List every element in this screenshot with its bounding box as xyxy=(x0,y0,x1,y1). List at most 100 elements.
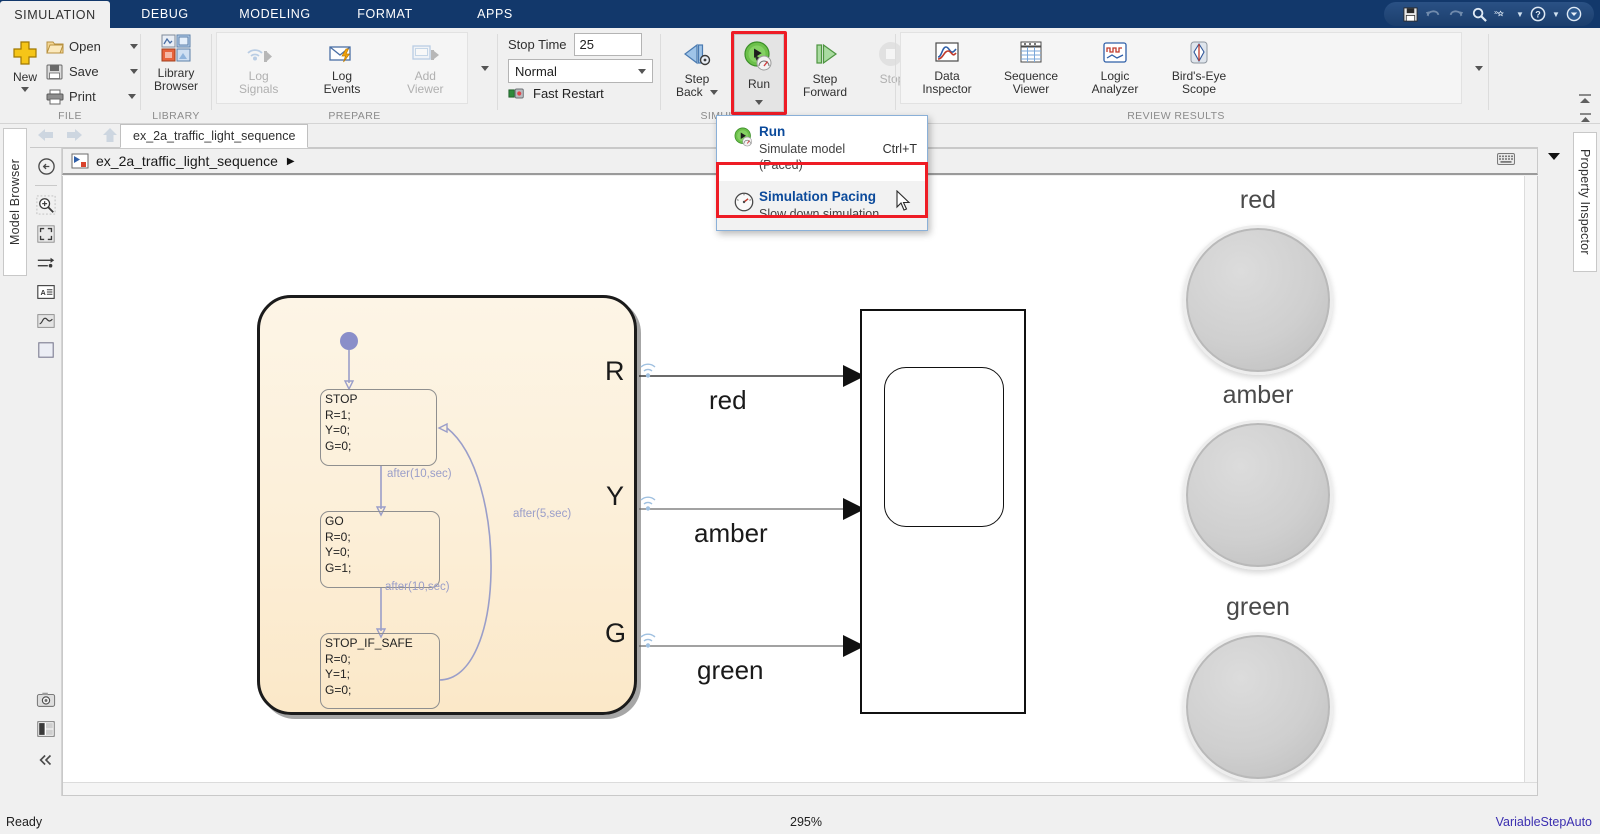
new-button-label: New xyxy=(12,70,37,84)
forward-button[interactable] xyxy=(64,126,84,147)
fast-restart-label: Fast Restart xyxy=(533,86,604,101)
logic-analyzer-icon xyxy=(1103,42,1127,63)
tab-simulation[interactable]: SIMULATION xyxy=(0,1,110,28)
open-button[interactable]: Open xyxy=(46,34,138,59)
tool-annotation[interactable]: A xyxy=(30,277,62,306)
menu-item-run[interactable]: Run Simulate model (Paced) Ctrl+T xyxy=(717,116,927,181)
step-back-caret-icon[interactable] xyxy=(710,90,719,96)
breadcrumb-model-name[interactable]: ex_2a_traffic_light_sequence xyxy=(96,153,278,169)
review-more-caret-icon[interactable] xyxy=(1475,65,1483,71)
print-caret-icon[interactable] xyxy=(127,94,136,99)
run-split-button[interactable]: Run xyxy=(734,34,784,112)
back-button[interactable] xyxy=(36,126,56,147)
help-icon[interactable]: ? xyxy=(1528,4,1548,24)
print-button[interactable]: Print xyxy=(46,84,138,109)
keyboard-icon[interactable] xyxy=(1497,153,1515,168)
data-inspector-icon xyxy=(935,42,959,62)
up-button[interactable] xyxy=(100,126,120,147)
save-button[interactable]: Save xyxy=(46,59,138,84)
run-button[interactable] xyxy=(735,35,783,77)
printer-icon xyxy=(46,89,64,104)
run-caret-icon[interactable] xyxy=(755,99,763,105)
tab-modeling-label: MODELING xyxy=(239,7,311,21)
file-tab-label: ex_2a_traffic_light_sequence xyxy=(133,129,296,143)
menu-item-run-subtitle: Simulate model (Paced) xyxy=(759,142,846,172)
stop-time-input[interactable] xyxy=(573,33,642,56)
canvas-scrollbar-horizontal[interactable] xyxy=(63,782,1537,795)
log-events-button[interactable]: Log Events xyxy=(300,33,383,103)
birds-eye-scope-icon xyxy=(1190,41,1208,64)
shortcuts-icon[interactable]: » xyxy=(1492,4,1512,24)
log-signals-label-1: Log xyxy=(248,69,269,83)
collapse-icon[interactable] xyxy=(1564,4,1584,24)
step-forward-icon xyxy=(816,43,838,65)
canvas-toolbar: A xyxy=(30,148,62,796)
new-button[interactable]: New xyxy=(3,34,47,92)
tool-signal-routing[interactable] xyxy=(30,248,62,277)
fast-restart-toggle[interactable]: Fast Restart xyxy=(508,86,604,101)
model-canvas[interactable]: STOP R=1; Y=0; G=0; GO R=0; Y=0; G=1; ST… xyxy=(62,176,1538,796)
data-inspector-button[interactable]: Data Inspector xyxy=(905,33,989,103)
tool-fit-to-view[interactable] xyxy=(30,219,62,248)
model-browser-tab[interactable]: Model Browser xyxy=(3,128,27,276)
tool-snapshot[interactable] xyxy=(30,685,62,714)
search-icon[interactable] xyxy=(1469,4,1489,24)
back-arrow-icon xyxy=(38,129,53,141)
canvas-options-caret-icon[interactable] xyxy=(1548,153,1560,160)
run-button-label: Run xyxy=(747,77,770,91)
sim-mode-caret-icon[interactable] xyxy=(638,68,646,74)
step-forward-label-1: Step xyxy=(812,72,838,86)
sequence-viewer-button[interactable]: Sequence Viewer xyxy=(989,33,1073,103)
shortcuts-caret-icon[interactable]: ▼ xyxy=(1515,4,1525,24)
tool-explore[interactable] xyxy=(30,152,62,181)
run-dropdown-toggle[interactable] xyxy=(735,94,783,110)
status-zoom[interactable]: 295% xyxy=(790,815,822,829)
property-inspector-tab[interactable]: Property Inspector xyxy=(1573,132,1597,272)
open-caret-icon[interactable] xyxy=(129,44,138,49)
prepare-more-caret-icon[interactable] xyxy=(481,65,489,71)
menu-item-run-shortcut: Ctrl+T xyxy=(882,141,917,156)
toolbar-divider xyxy=(34,185,57,186)
tool-collapse[interactable] xyxy=(30,745,62,774)
birds-eye-scope-button[interactable]: Bird's-Eye Scope xyxy=(1157,33,1241,103)
tool-layout[interactable] xyxy=(30,714,62,743)
tab-apps[interactable]: APPS xyxy=(440,0,550,28)
floppy-icon xyxy=(46,64,63,79)
library-browser-button[interactable]: Library Browser xyxy=(141,28,211,93)
menu-item-pacing-title: Simulation Pacing xyxy=(759,189,877,204)
sequence-viewer-icon xyxy=(1020,41,1042,63)
breadcrumb-arrow-icon[interactable]: ▶ xyxy=(287,156,295,167)
prepare-more-button[interactable] xyxy=(472,32,498,104)
signal-label-red: red xyxy=(709,385,747,415)
tab-modeling[interactable]: MODELING xyxy=(220,0,330,28)
birds-eye-scope-label-2: Scope xyxy=(1181,82,1217,96)
up-arrow-icon xyxy=(103,128,117,142)
svg-text:»: » xyxy=(1494,7,1498,16)
undo-icon[interactable] xyxy=(1423,4,1443,24)
save-caret-icon[interactable] xyxy=(129,69,138,74)
traffic-light-display-block[interactable] xyxy=(860,309,1026,714)
redo-icon[interactable] xyxy=(1446,4,1466,24)
file-tab[interactable]: ex_2a_traffic_light_sequence xyxy=(120,124,309,148)
tab-format[interactable]: FORMAT xyxy=(330,0,440,28)
save-icon[interactable] xyxy=(1400,4,1420,24)
status-solver[interactable]: VariableStepAuto xyxy=(1496,815,1592,829)
logic-analyzer-button[interactable]: Logic Analyzer xyxy=(1073,33,1157,103)
ribbon-collapse-button[interactable] xyxy=(1574,91,1596,107)
tab-debug[interactable]: DEBUG xyxy=(110,0,220,28)
tool-area[interactable] xyxy=(30,335,62,364)
new-caret-icon[interactable] xyxy=(21,87,29,92)
tool-zoom-in[interactable] xyxy=(30,190,62,219)
step-back-button[interactable]: Step Back xyxy=(666,34,728,99)
tool-scope[interactable] xyxy=(30,306,62,335)
panel-expand-button[interactable] xyxy=(1574,108,1596,128)
canvas-scrollbar-vertical[interactable] xyxy=(1524,176,1537,795)
help-caret-icon[interactable]: ▼ xyxy=(1551,4,1561,24)
sequence-viewer-label-2: Viewer xyxy=(1012,82,1050,96)
step-forward-button[interactable]: Step Forward xyxy=(790,34,860,99)
sim-mode-select[interactable]: Normal xyxy=(508,59,653,83)
tab-apps-label: APPS xyxy=(477,7,513,21)
add-viewer-button[interactable]: Add Viewer xyxy=(384,33,467,103)
ribbon-group-prepare: Log Signals Log Events Add Viewer PREPAR… xyxy=(212,28,497,124)
log-signals-button[interactable]: Log Signals xyxy=(217,33,300,103)
